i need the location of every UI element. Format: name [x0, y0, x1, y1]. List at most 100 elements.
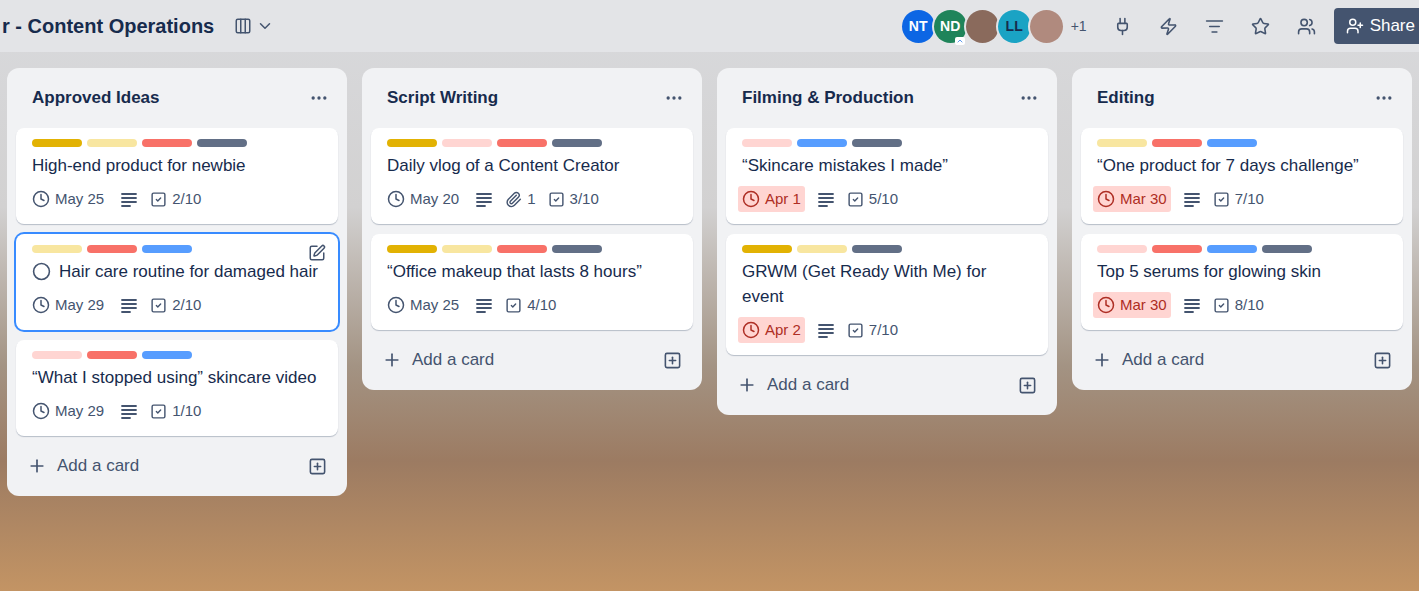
- member-avatar[interactable]: LL: [998, 10, 1031, 43]
- checklist-badge: 7/10: [847, 319, 898, 342]
- card-label[interactable]: [1262, 245, 1312, 253]
- card[interactable]: GRWM (Get Ready With Me) for eventApr 27…: [726, 234, 1048, 355]
- card-label[interactable]: [1207, 245, 1257, 253]
- card-label[interactable]: [87, 139, 137, 147]
- card-badges: May 254/10: [387, 292, 677, 318]
- due-badge[interactable]: May 25: [383, 292, 463, 318]
- clock-icon: [1097, 190, 1115, 208]
- due-badge[interactable]: Mar 30: [1093, 186, 1171, 212]
- star-icon[interactable]: [1251, 17, 1270, 36]
- due-badge[interactable]: May 29: [28, 398, 108, 424]
- more-icon[interactable]: [1019, 88, 1039, 108]
- list-title[interactable]: Approved Ideas: [32, 85, 160, 111]
- due-badge[interactable]: Mar 30: [1093, 292, 1171, 318]
- card-badges: May 291/10: [32, 398, 322, 424]
- card[interactable]: Top 5 serums for glowing skinMar 308/10: [1081, 234, 1403, 330]
- card[interactable]: “One product for 7 days challenge”Mar 30…: [1081, 128, 1403, 224]
- card-label[interactable]: [142, 139, 192, 147]
- card-label[interactable]: [742, 139, 792, 147]
- card-label[interactable]: [32, 245, 82, 253]
- card-badges: Apr 15/10: [742, 186, 1032, 212]
- member-avatar[interactable]: NT: [902, 10, 935, 43]
- card[interactable]: Hair care routine for damaged hairMay 29…: [16, 234, 338, 330]
- automation-icon[interactable]: [1159, 17, 1178, 36]
- card-label[interactable]: [1152, 245, 1202, 253]
- template-icon[interactable]: [663, 351, 682, 370]
- plus-icon: [737, 375, 757, 395]
- board-view-icon: [234, 17, 252, 35]
- list-header: Filming & Production: [717, 76, 1057, 120]
- card-label[interactable]: [387, 139, 437, 147]
- card-label[interactable]: [87, 245, 137, 253]
- card[interactable]: High-end product for newbieMay 252/10: [16, 128, 338, 224]
- add-card-button[interactable]: Add a card: [27, 453, 139, 479]
- card-label[interactable]: [497, 139, 547, 147]
- card-label[interactable]: [142, 245, 192, 253]
- more-icon[interactable]: [309, 88, 329, 108]
- card-badges: May 252/10: [32, 186, 322, 212]
- clock-icon: [1097, 296, 1115, 314]
- card-labels: [32, 245, 322, 253]
- card-label[interactable]: [797, 245, 847, 253]
- description-icon: [120, 190, 138, 208]
- power-up-icon[interactable]: [1113, 17, 1132, 36]
- card-label[interactable]: [742, 245, 792, 253]
- card[interactable]: Daily vlog of a Content CreatorMay 2013/…: [371, 128, 693, 224]
- board-canvas: Approved Ideas High-end product for newbi…: [0, 52, 1419, 496]
- card-label[interactable]: [1097, 245, 1147, 253]
- card-label[interactable]: [1207, 139, 1257, 147]
- due-badge[interactable]: May 25: [28, 186, 108, 212]
- card-label[interactable]: [552, 245, 602, 253]
- card-label[interactable]: [497, 245, 547, 253]
- admin-badge: [955, 37, 965, 45]
- checklist-badge: 1/10: [150, 400, 201, 423]
- filter-icon[interactable]: [1205, 17, 1224, 36]
- board-title[interactable]: r - Content Operations: [2, 11, 214, 41]
- template-icon[interactable]: [308, 457, 327, 476]
- edit-icon[interactable]: [308, 244, 326, 262]
- list-title[interactable]: Filming & Production: [742, 85, 914, 111]
- card-label[interactable]: [1097, 139, 1147, 147]
- visibility-icon[interactable]: [1297, 17, 1316, 36]
- complete-icon[interactable]: [32, 262, 51, 281]
- card-list: Daily vlog of a Content CreatorMay 2013/…: [362, 128, 702, 330]
- card-label[interactable]: [1152, 139, 1202, 147]
- due-badge[interactable]: May 29: [28, 292, 108, 318]
- view-switcher[interactable]: [234, 17, 274, 35]
- card-label[interactable]: [142, 351, 192, 359]
- clock-icon: [387, 296, 405, 314]
- member-avatar[interactable]: [1030, 10, 1063, 43]
- card-label[interactable]: [852, 139, 902, 147]
- list-title[interactable]: Script Writing: [387, 85, 498, 111]
- due-badge[interactable]: May 20: [383, 186, 463, 212]
- member-avatar[interactable]: [966, 10, 999, 43]
- more-icon[interactable]: [1374, 88, 1394, 108]
- due-badge[interactable]: Apr 1: [738, 186, 805, 212]
- member-avatar[interactable]: ND: [934, 10, 967, 43]
- template-icon[interactable]: [1373, 351, 1392, 370]
- add-card-button[interactable]: Add a card: [1092, 347, 1204, 373]
- card-labels: [387, 245, 677, 253]
- template-icon[interactable]: [1018, 376, 1037, 395]
- card-label[interactable]: [442, 245, 492, 253]
- card-label[interactable]: [797, 139, 847, 147]
- card-labels: [32, 351, 322, 359]
- add-card-button[interactable]: Add a card: [737, 372, 849, 398]
- add-card-button[interactable]: Add a card: [382, 347, 494, 373]
- card-label[interactable]: [32, 351, 82, 359]
- card-label[interactable]: [552, 139, 602, 147]
- more-icon[interactable]: [664, 88, 684, 108]
- card-label[interactable]: [387, 245, 437, 253]
- card[interactable]: “Skincare mistakes I made”Apr 15/10: [726, 128, 1048, 224]
- card[interactable]: “Office makeup that lasts 8 hours”May 25…: [371, 234, 693, 330]
- card-label[interactable]: [87, 351, 137, 359]
- card-label[interactable]: [442, 139, 492, 147]
- card-label[interactable]: [852, 245, 902, 253]
- due-badge[interactable]: Apr 2: [738, 317, 805, 343]
- share-button[interactable]: Share: [1334, 8, 1419, 44]
- card-label[interactable]: [32, 139, 82, 147]
- card[interactable]: “What I stopped using” skincare videoMay…: [16, 340, 338, 436]
- extra-members[interactable]: +1: [1071, 16, 1087, 37]
- card-label[interactable]: [197, 139, 247, 147]
- list-title[interactable]: Editing: [1097, 85, 1155, 111]
